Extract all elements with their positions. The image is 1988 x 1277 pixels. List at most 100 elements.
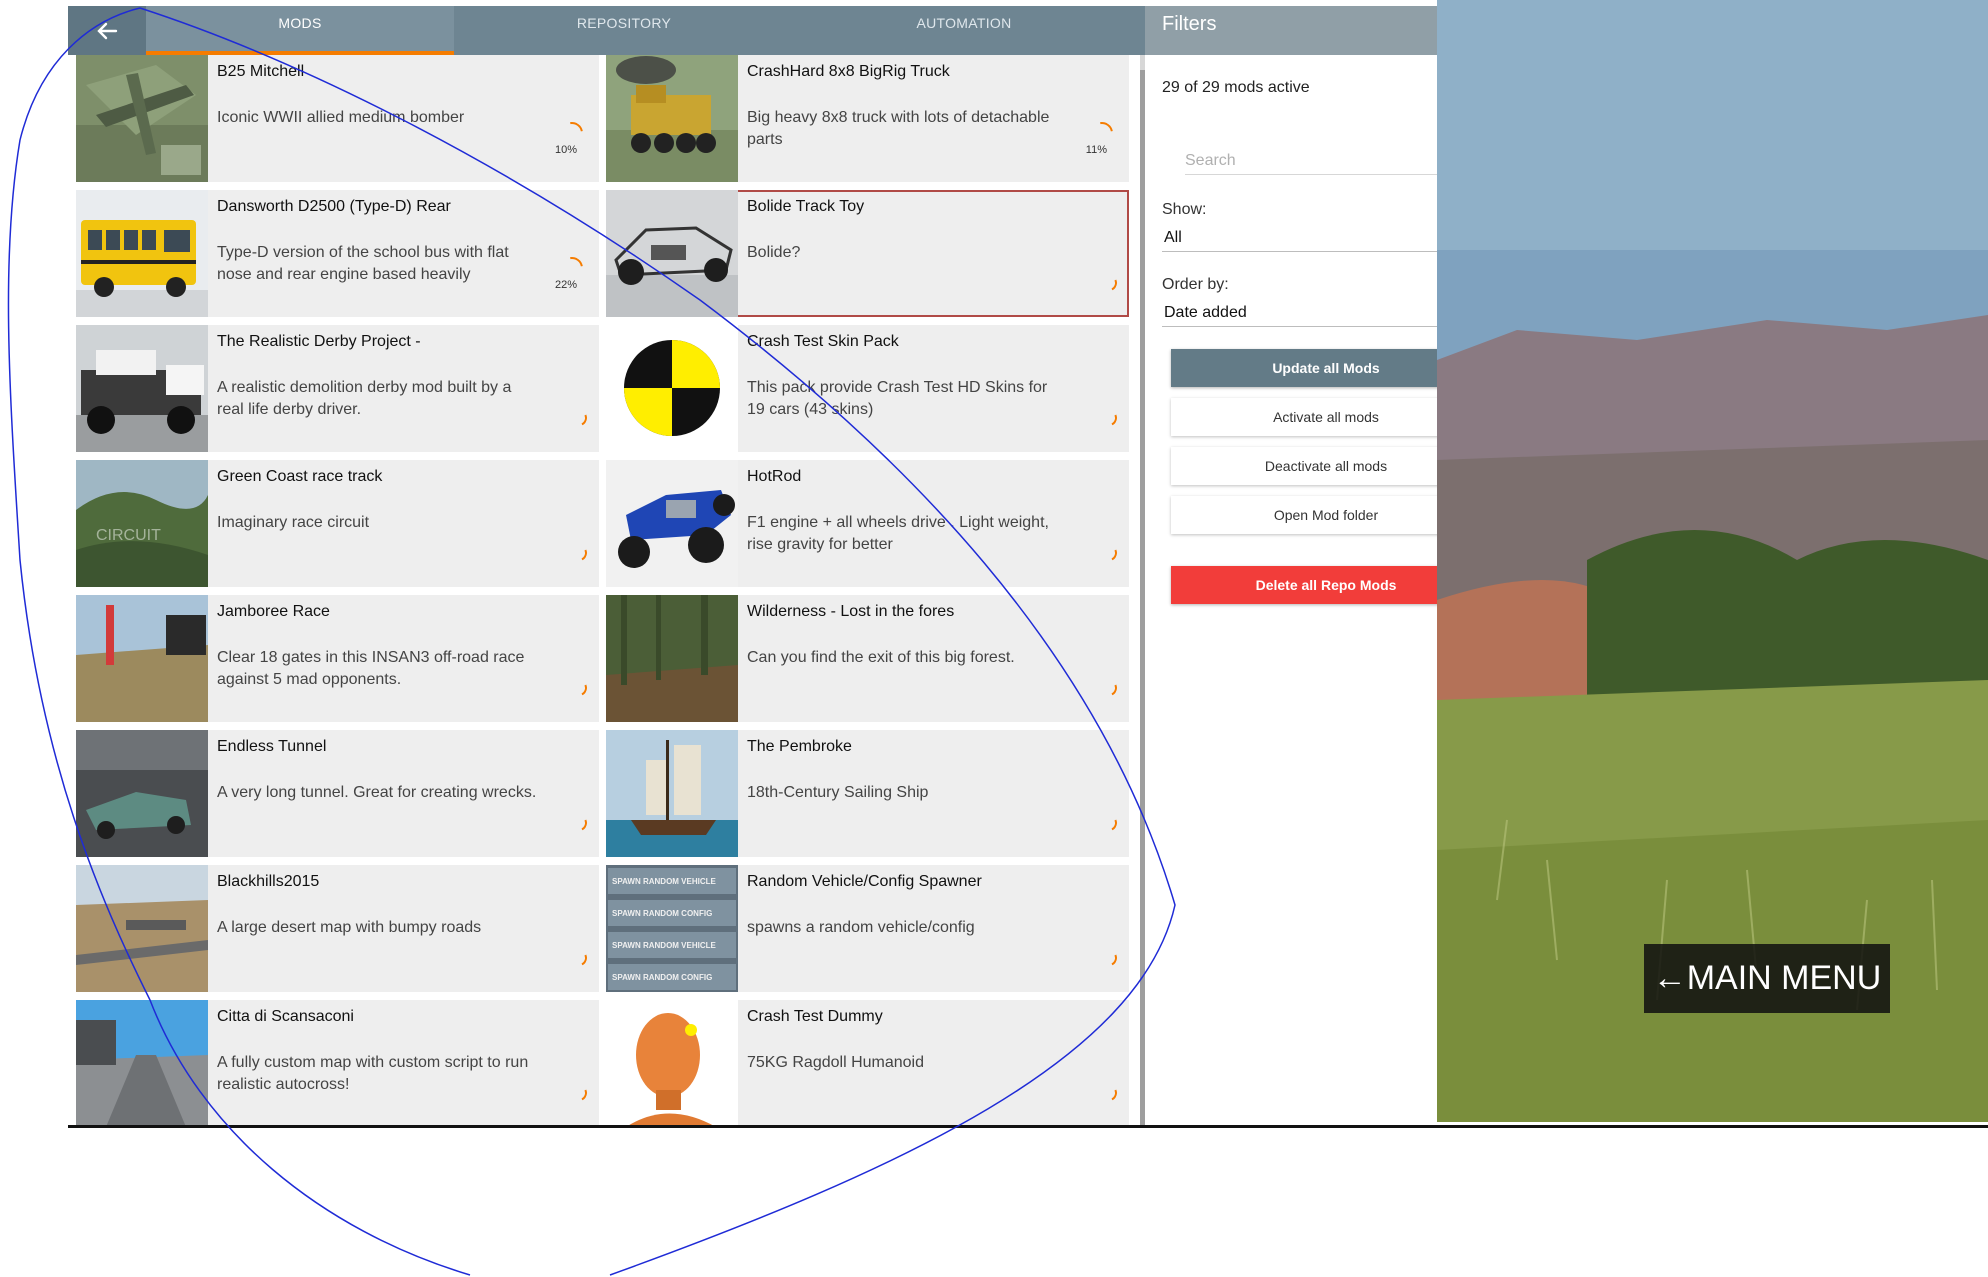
mod-card[interactable]: SPAWN RANDOM VEHICLE SPAWN RANDOM CONFIG…: [606, 865, 1129, 992]
mod-thumbnail-wilderness: [606, 595, 738, 722]
show-select-value: All: [1164, 229, 1182, 246]
mod-thumbnail-pembroke: [606, 730, 738, 857]
mod-description: A very long tunnel. Great for creating w…: [217, 784, 537, 801]
mod-thumbnail-endless-tunnel: [76, 730, 208, 857]
mod-card[interactable]: Citta di Scansaconi A fully custom map w…: [76, 1000, 599, 1127]
mod-description: Bolide?: [747, 244, 801, 261]
mod-title: Jamboree Race: [217, 603, 330, 620]
loading-spinner-icon: [1098, 1082, 1120, 1104]
mod-description: Clear 18 gates in this INSAN3 off-road r…: [217, 649, 525, 688]
top-tab-bar: MODS REPOSITORY AUTOMATION: [68, 6, 1145, 55]
mod-title: B25 Mitchell: [217, 63, 305, 80]
mod-description: F1 engine + all wheels drive . Light wei…: [747, 514, 1049, 553]
mod-description: Type-D version of the school bus with fl…: [217, 244, 509, 283]
mod-title: Dansworth D2500 (Type-D) Rear: [217, 198, 451, 215]
loading-spinner-icon: [568, 407, 590, 429]
deactivate-all-mods-button[interactable]: Deactivate all mods: [1171, 447, 1481, 485]
mod-card[interactable]: The Realistic Derby Project - A realisti…: [76, 325, 599, 452]
mod-title: Random Vehicle/Config Spawner: [747, 873, 982, 890]
mod-grid: B25 Mitchell Iconic WWII allied medium b…: [76, 55, 1133, 1128]
mod-thumbnail-b25-mitchell: [76, 55, 208, 182]
loading-spinner-icon: [568, 947, 590, 969]
mod-card[interactable]: Crash Test Skin Pack This pack provide C…: [606, 325, 1129, 452]
mod-description: Can you find the exit of this big forest…: [747, 649, 1015, 666]
loading-spinner-icon: [1098, 812, 1120, 834]
mod-card[interactable]: B25 Mitchell Iconic WWII allied medium b…: [76, 55, 599, 182]
loading-spinner-icon: [568, 812, 590, 834]
thumbnail-caption: CIRCUIT: [96, 527, 161, 544]
mod-card[interactable]: Crash Test Dummy 75KG Ragdoll Humanoid: [606, 1000, 1129, 1127]
mod-description: A realistic demolition derby mod built b…: [217, 379, 512, 418]
mod-title: Crash Test Dummy: [747, 1008, 883, 1025]
loading-spinner-icon: [568, 677, 590, 699]
active-mods-count: 29 of 29 mods active: [1162, 79, 1310, 96]
mod-title: Wilderness - Lost in the fores: [747, 603, 955, 620]
mod-card[interactable]: Wilderness - Lost in the fores Can you f…: [606, 595, 1129, 722]
mod-title: The Realistic Derby Project -: [217, 333, 421, 350]
download-progress: 10%: [554, 144, 577, 156]
mod-thumbnail-derby: [76, 325, 208, 452]
mod-title: Citta di Scansaconi: [217, 1008, 354, 1025]
mod-thumbnail-crash-dummy: [606, 1000, 738, 1127]
tab-repository[interactable]: REPOSITORY: [454, 6, 794, 55]
mod-description: 75KG Ragdoll Humanoid: [747, 1054, 924, 1071]
mod-card[interactable]: Endless Tunnel A very long tunnel. Great…: [76, 730, 599, 857]
mod-card[interactable]: HotRod F1 engine + all wheels drive . Li…: [606, 460, 1129, 587]
mod-thumbnail-scansaconi: [76, 1000, 208, 1127]
mod-thumbnail-green-coast: CIRCUIT: [76, 460, 208, 587]
tab-mods[interactable]: MODS: [146, 6, 454, 55]
mod-thumbnail-jamboree: [76, 595, 208, 722]
arrow-left-icon: [97, 22, 118, 39]
back-button[interactable]: [68, 6, 146, 55]
open-mod-folder-button[interactable]: Open Mod folder: [1171, 496, 1481, 534]
activate-all-mods-button[interactable]: Activate all mods: [1171, 398, 1481, 436]
mod-description: A large desert map with bumpy roads: [217, 919, 482, 936]
loading-spinner-icon: [1098, 677, 1120, 699]
mod-description: This pack provide Crash Test HD Skins fo…: [747, 379, 1048, 418]
download-progress: 22%: [554, 279, 577, 291]
download-progress: 11%: [1085, 144, 1107, 156]
mod-card[interactable]: Blackhills2015 A large desert map with b…: [76, 865, 599, 992]
mod-card-selected[interactable]: Bolide Track Toy Bolide?: [606, 190, 1129, 317]
thumbnail-caption: SPAWN RANDOM VEHICLE: [612, 877, 717, 886]
loading-spinner-icon: [1098, 272, 1120, 294]
mod-description: 18th-Century Sailing Ship: [747, 784, 929, 801]
loading-spinner-icon: [568, 1082, 590, 1104]
update-all-mods-button[interactable]: Update all Mods: [1171, 349, 1481, 387]
mod-card[interactable]: CIRCUIT Green Coast race track Imaginary…: [76, 460, 599, 587]
mod-card[interactable]: The Pembroke 18th-Century Sailing Ship: [606, 730, 1129, 857]
bottom-divider: [68, 1125, 1988, 1128]
mod-card[interactable]: Dansworth D2500 (Type-D) Rear Type-D ver…: [76, 190, 599, 317]
mod-thumbnail-blackhills: [76, 865, 208, 992]
delete-all-repo-mods-button[interactable]: Delete all Repo Mods: [1171, 566, 1481, 604]
mod-card[interactable]: Jamboree Race Clear 18 gates in this INS…: [76, 595, 599, 722]
mod-manager-panel: MODS REPOSITORY AUTOMATION Filters B25 M…: [68, 6, 1505, 1128]
thumbnail-caption: SPAWN RANDOM VEHICLE: [612, 941, 717, 950]
thumbnail-caption: SPAWN RANDOM CONFIG: [612, 909, 712, 918]
order-by-select-value: Date added: [1164, 304, 1247, 321]
mod-description: Imaginary race circuit: [217, 514, 370, 531]
thumbnail-caption: SPAWN RANDOM CONFIG: [612, 973, 712, 982]
mod-title: Bolide Track Toy: [747, 198, 865, 215]
mod-title: Green Coast race track: [217, 468, 383, 485]
mod-description: spawns a random vehicle/config: [747, 919, 975, 936]
tab-automation[interactable]: AUTOMATION: [794, 6, 1134, 55]
mod-thumbnail-spawner: SPAWN RANDOM VEHICLE SPAWN RANDOM CONFIG…: [606, 865, 738, 992]
loading-spinner-icon: [1098, 407, 1120, 429]
show-label: Show:: [1162, 201, 1207, 218]
mod-title: Blackhills2015: [217, 873, 320, 890]
mod-description: Big heavy 8x8 truck with lots of detacha…: [747, 109, 1050, 148]
mod-thumbnail-hotrod: [606, 460, 738, 587]
search-input[interactable]: [1185, 148, 1465, 175]
loading-spinner-icon: [1098, 947, 1120, 969]
loading-spinner-icon: [568, 542, 590, 564]
mod-card[interactable]: CrashHard 8x8 BigRig Truck Big heavy 8x8…: [606, 55, 1129, 182]
main-menu-button[interactable]: ←MAIN MENU: [1644, 944, 1890, 1013]
mod-title: Crash Test Skin Pack: [747, 333, 899, 350]
mod-title: HotRod: [747, 468, 802, 485]
loading-spinner-icon: [1098, 542, 1120, 564]
mod-description: A fully custom map with custom script to…: [217, 1054, 529, 1093]
mod-thumbnail-school-bus: [76, 190, 208, 317]
mod-description: Iconic WWII allied medium bomber: [217, 109, 465, 126]
mod-thumbnail-crash-test-skin: [606, 325, 738, 452]
